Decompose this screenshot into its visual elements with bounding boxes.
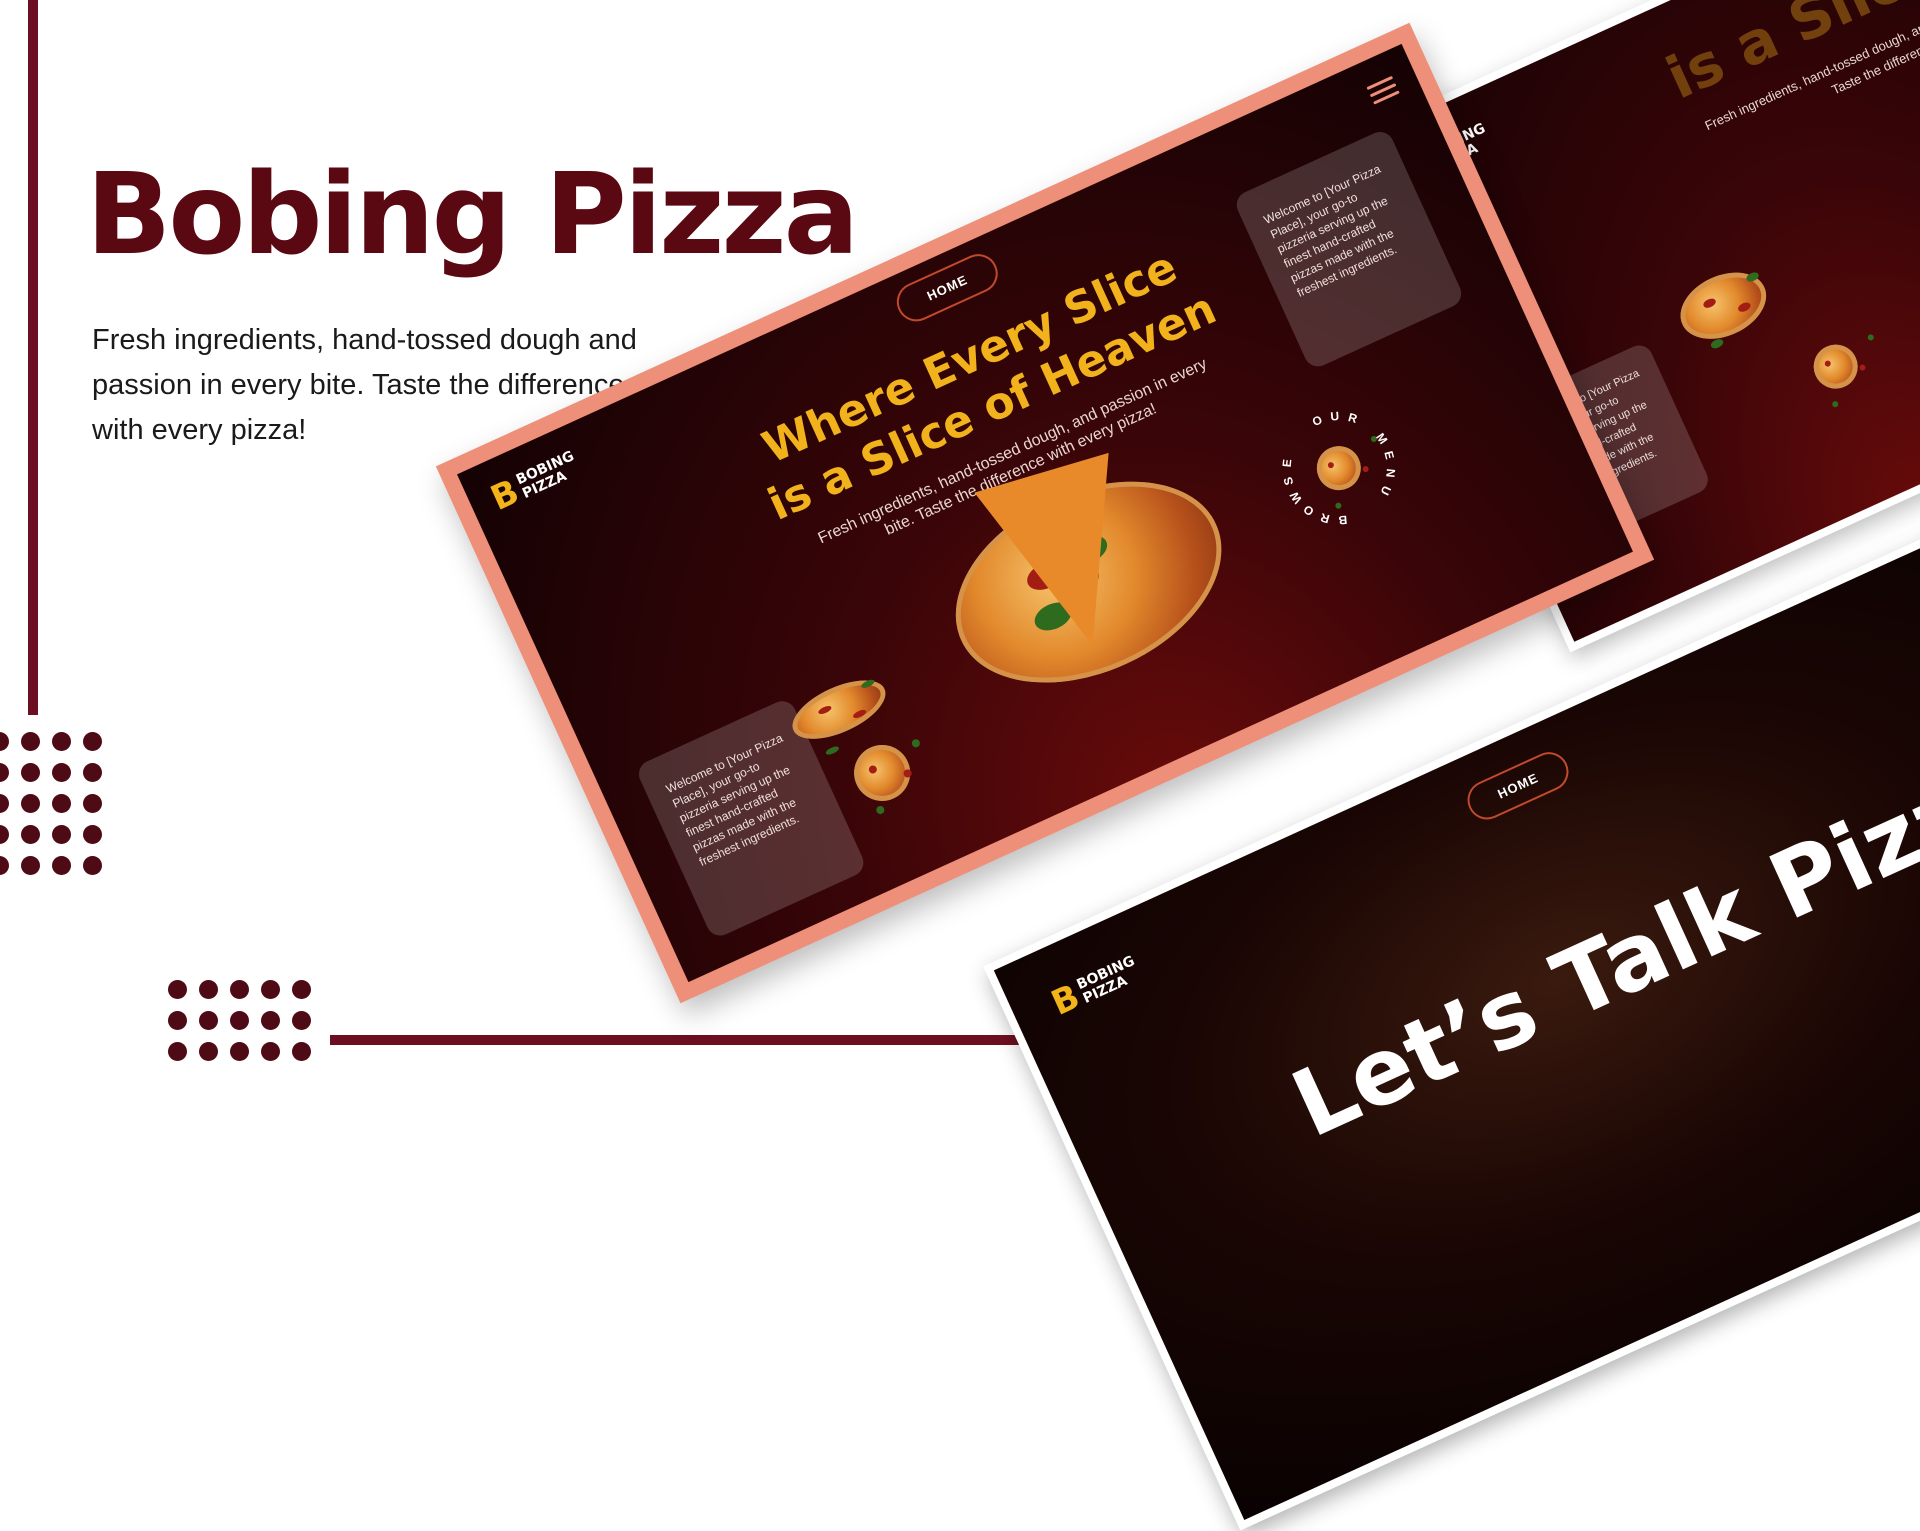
home-button[interactable]: HOME: [890, 247, 1005, 328]
logo-text: BOBING PIZZA: [513, 448, 577, 502]
contact-headline: Let’s Talk Pizza!: [1276, 714, 1920, 1159]
hamburger-menu-icon[interactable]: [1364, 71, 1402, 109]
browse-menu-link[interactable]: O U R M E N U B R O W S E: [1259, 389, 1418, 548]
pizza-slice-image: [1669, 259, 1777, 352]
brand-logo: B BOBING PIZZA: [1046, 952, 1144, 1024]
logo-text: BOBING PIZZA: [1074, 953, 1138, 1007]
small-pizza-image: [1806, 337, 1865, 396]
page-title: Bobing Pizza: [86, 150, 859, 280]
brand-logo: B BOBING PIZZA: [485, 447, 583, 519]
info-card-right: Welcome to [Your Pizza Place], your go-t…: [1232, 127, 1466, 371]
menu-pizza-icon: [1309, 438, 1368, 498]
dot-pattern-left: [0, 732, 102, 875]
dot-pattern-bottom: [168, 980, 311, 1061]
small-pizza-image: [845, 735, 920, 811]
left-accent-line: [28, 0, 38, 715]
home-button[interactable]: HOME: [1461, 745, 1575, 826]
